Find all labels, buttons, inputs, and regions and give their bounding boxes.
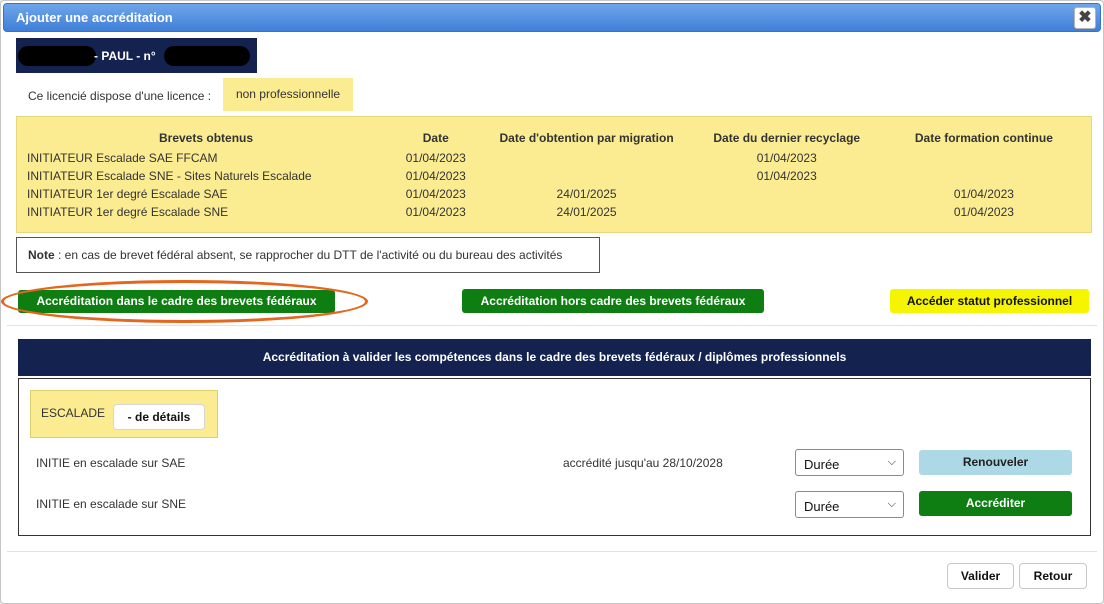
cell: INITIATEUR 1er degré Escalade SNE [27,205,229,219]
note-text: : en cas de brevet fédéral absent, se ra… [54,248,563,262]
table-row: INITIATEUR 1er degré Escalade SNE 01/04/… [27,203,1081,221]
note-box: Note : en cas de brevet fédéral absent, … [16,237,600,273]
table-row: INITIATEUR 1er degré Escalade SAE 01/04/… [27,185,1081,203]
duration-select[interactable]: Durée ⌵ [795,449,904,476]
cell: 24/01/2025 [556,187,617,201]
table-header-row: Brevets obtenus Date Date d'obtention pa… [27,127,1081,149]
footer-divider [7,551,1097,552]
cell: INITIATEUR Escalade SNE - Sites Naturels… [27,169,312,183]
brevets-table: Brevets obtenus Date Date d'obtention pa… [27,127,1081,221]
member-name-bar: - PAUL - n° [16,38,257,73]
accredit-button[interactable]: Accréditer [919,491,1072,516]
redacted-number [164,46,250,66]
cell: 01/04/2023 [953,205,1014,219]
cell: 01/04/2023 [405,205,466,219]
cell [486,167,686,185]
header-recyclage: Date du dernier recyclage [713,131,861,145]
licence-value: non professionnelle [223,78,353,111]
note-label: Note [28,248,55,262]
table-row: INITIATEUR Escalade SNE - Sites Naturels… [27,167,1081,185]
professional-status-button[interactable]: Accéder statut professionnel [890,289,1089,313]
back-button[interactable]: Retour [1019,563,1087,589]
duration-select-value: Durée [804,499,840,514]
competences-panel: ESCALADE - de détails INITIE en escalade… [18,378,1091,536]
brevets-panel: Brevets obtenus Date Date d'obtention pa… [16,116,1092,233]
cell: 01/04/2023 [405,187,466,201]
cell: INITIATEUR Escalade SAE FFCAM [27,151,218,165]
duration-select[interactable]: Durée ⌵ [795,491,904,518]
accreditation-dialog: Ajouter une accréditation ✖ - PAUL - n° … [0,0,1104,604]
cell [687,203,887,221]
header-migration: Date d'obtention par migration [499,131,674,145]
cell: 01/04/2023 [756,169,817,183]
cell [687,185,887,203]
validate-button[interactable]: Valider [947,563,1014,589]
redacted-name [18,46,96,66]
cell: 01/04/2023 [756,151,817,165]
competence-label: INITIE en escalade sur SNE [36,497,187,511]
table-row: INITIATEUR Escalade SAE FFCAM 01/04/2023… [27,149,1081,167]
cell [486,149,686,167]
chevron-down-icon: ⌵ [887,456,896,468]
cell: 01/04/2023 [953,187,1014,201]
competence-label: INITIE en escalade sur SAE [36,456,186,470]
header-brevets: Brevets obtenus [159,131,254,145]
activity-label: ESCALADE [41,406,106,420]
renew-button[interactable]: Renouveler [919,450,1072,475]
panel-title: Accréditation à valider les compétences … [18,339,1091,376]
cell: 01/04/2023 [405,169,466,183]
cell: 24/01/2025 [556,205,617,219]
chevron-down-icon: ⌵ [887,498,896,510]
accreditation-out-frame-button[interactable]: Accréditation hors cadre des brevets féd… [462,289,764,313]
header-date: Date [422,131,449,145]
highlight-oval [1,280,368,323]
section-divider [7,325,1097,326]
cell [887,149,1081,167]
licence-label: Ce licencié dispose d'une licence : [28,89,212,103]
header-formation: Date formation continue [914,131,1053,145]
cell [887,167,1081,185]
dialog-title: Ajouter une accréditation [16,10,173,25]
cell: INITIATEUR 1er degré Escalade SAE [27,187,228,201]
duration-select-value: Durée [804,457,840,472]
activity-box: ESCALADE - de détails [30,390,218,438]
accreditation-status: accrédité jusqu'au 28/10/2028 [563,456,723,470]
cell: 01/04/2023 [405,151,466,165]
title-bar: Ajouter une accréditation ✖ [3,3,1101,32]
member-name: - PAUL - n° [94,49,156,63]
close-icon[interactable]: ✖ [1074,7,1096,29]
less-details-button[interactable]: - de détails [113,404,205,430]
